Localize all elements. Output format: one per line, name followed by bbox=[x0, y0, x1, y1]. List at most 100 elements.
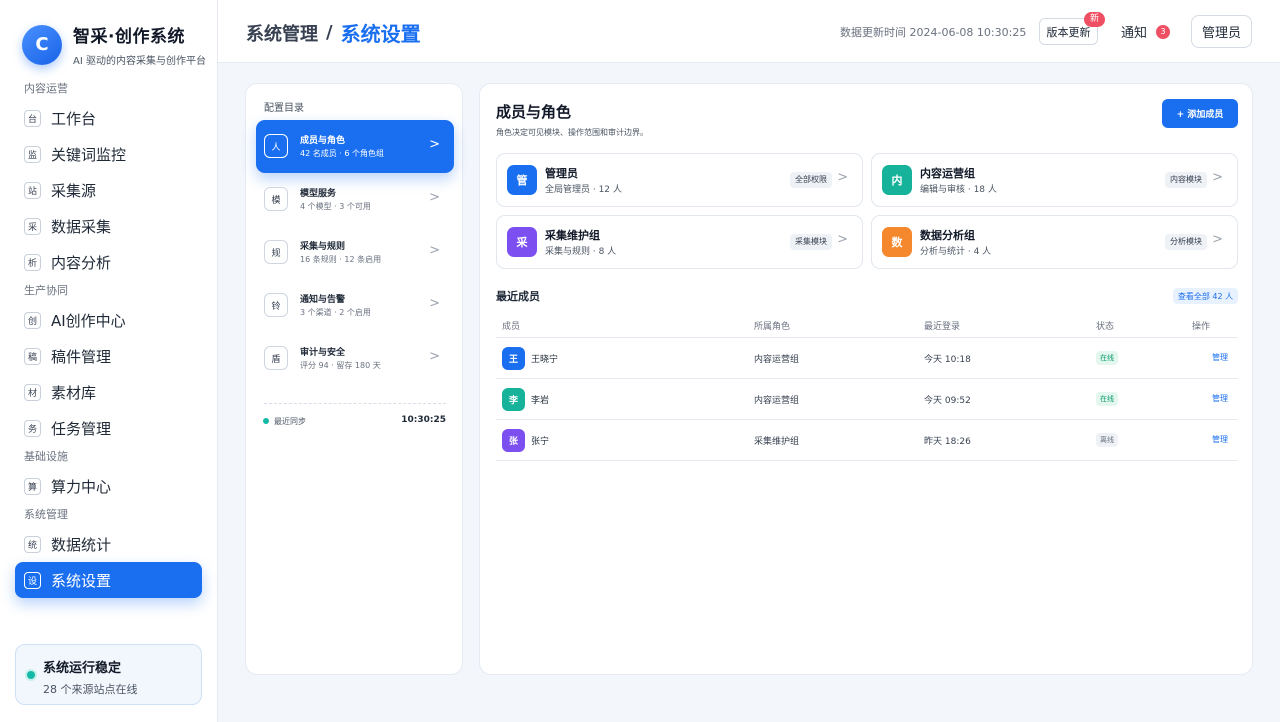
sidebar-item[interactable]: 稿稿件管理 bbox=[15, 338, 202, 374]
sidebar-item-label: 稿件管理 bbox=[51, 347, 112, 366]
config-glyph-icon: 模 bbox=[264, 187, 288, 211]
nav-glyph-icon: 统 bbox=[24, 535, 41, 553]
add-member-button[interactable]: + 添加成员 bbox=[1162, 99, 1238, 128]
member-role: 内容运营组 bbox=[754, 396, 800, 406]
sidebar-item[interactable]: 统数据统计 bbox=[15, 526, 202, 562]
sidebar-item[interactable]: 算算力中心 bbox=[15, 468, 202, 504]
column-status: 状态 bbox=[1096, 322, 1115, 332]
config-item[interactable]: 模 模型服务 4 个模型 · 3 个可用 > bbox=[256, 173, 454, 226]
config-glyph-icon: 人 bbox=[264, 134, 288, 158]
sidebar-item[interactable]: 设系统设置 bbox=[15, 562, 202, 598]
role-glyph-icon: 内 bbox=[882, 165, 912, 195]
sidebar-item-label: 采集源 bbox=[51, 181, 97, 200]
member-name: 李岩 bbox=[531, 396, 550, 406]
role-permission-badge: 分析模块 bbox=[1165, 234, 1207, 250]
table-row: 李李岩 内容运营组 今天 09:52 在线 管理 bbox=[496, 379, 1238, 420]
config-item[interactable]: 铃 通知与告警 3 个渠道 · 2 个启用 > bbox=[256, 279, 454, 332]
status-badge: 在线 bbox=[1096, 351, 1118, 365]
member-role: 采集维护组 bbox=[754, 437, 800, 447]
brand-title: 智采·创作系统 bbox=[73, 27, 185, 47]
sidebar-item-label: 系统设置 bbox=[51, 571, 112, 590]
role-card[interactable]: 内内容运营组 编辑与审核 · 18 人 内容模块 > bbox=[871, 153, 1238, 207]
column-action: 操作 bbox=[1192, 322, 1211, 332]
sidebar-item-label: 内容分析 bbox=[51, 253, 112, 272]
view-all-members-button[interactable]: 查看全部 42 人 bbox=[1173, 288, 1238, 304]
top-header: 系统管理 / 系统设置 数据更新时间 2024-06-08 10:30:25 版… bbox=[218, 0, 1280, 63]
column-login: 最近登录 bbox=[924, 322, 961, 332]
member-name: 张宁 bbox=[531, 437, 550, 447]
system-status-card: 系统运行稳定 28 个来源站点在线 bbox=[15, 644, 202, 705]
page-title: 系统设置 bbox=[340, 22, 421, 46]
table-row: 王王晓宁 内容运营组 今天 10:18 在线 管理 bbox=[496, 338, 1238, 379]
sidebar-item[interactable]: 材素材库 bbox=[15, 374, 202, 410]
role-name: 采集维护组 bbox=[545, 229, 600, 242]
sidebar-item[interactable]: 析内容分析 bbox=[15, 244, 202, 280]
config-item-subtitle: 3 个渠道 · 2 个启用 bbox=[300, 308, 371, 317]
config-item-subtitle: 评分 94 · 留存 180 天 bbox=[300, 361, 381, 370]
manage-link[interactable]: 管理 bbox=[1212, 352, 1228, 363]
config-item-title: 采集与规则 bbox=[300, 242, 346, 252]
config-item-title: 成员与角色 bbox=[300, 136, 346, 146]
sidebar-item[interactable]: 站采集源 bbox=[15, 172, 202, 208]
breadcrumb-parent[interactable]: 系统管理 bbox=[246, 20, 318, 46]
divider bbox=[264, 403, 446, 404]
role-permission-badge: 全部权限 bbox=[790, 172, 832, 188]
config-item[interactable]: 规 采集与规则 16 条规则 · 12 条启用 > bbox=[256, 226, 454, 279]
update-time: 数据更新时间 2024-06-08 10:30:25 bbox=[840, 26, 1027, 39]
table-header: 成员 所属角色 最近登录 状态 操作 bbox=[496, 314, 1238, 338]
table-row: 张张宁 采集维护组 昨天 18:26 离线 管理 bbox=[496, 420, 1238, 461]
chevron-right-icon: > bbox=[429, 349, 440, 364]
status-dot-icon bbox=[27, 671, 35, 679]
brand-logo: C bbox=[22, 24, 62, 65]
sidebar-nav: 内容运营台工作台监关键词监控站采集源采数据采集析内容分析 生产协同创 AI创作中心稿… bbox=[15, 78, 202, 598]
role-description: 全局管理员 · 12 人 bbox=[545, 185, 622, 195]
chevron-right-icon: > bbox=[837, 232, 848, 247]
sidebar-item[interactable]: 创 AI创作中心 bbox=[15, 302, 202, 338]
sidebar: C 智采·创作系统 AI 驱动的内容采集与创作平台 内容运营台工作台监关键词监控… bbox=[0, 0, 218, 722]
manage-link[interactable]: 管理 bbox=[1212, 393, 1228, 404]
sidebar-item-label: AI创作中心 bbox=[51, 311, 126, 330]
role-glyph-icon: 数 bbox=[882, 227, 912, 257]
manage-link[interactable]: 管理 bbox=[1212, 434, 1228, 445]
sidebar-item-label: 数据采集 bbox=[51, 217, 112, 236]
admin-button[interactable]: 管理员 bbox=[1191, 15, 1252, 48]
sidebar-item-label: 算力中心 bbox=[51, 477, 112, 496]
avatar: 王 bbox=[502, 347, 525, 370]
role-description: 采集与规则 · 8 人 bbox=[545, 247, 617, 257]
role-description: 分析与统计 · 4 人 bbox=[920, 247, 992, 257]
nav-glyph-icon: 创 bbox=[24, 311, 41, 329]
role-permission-badge: 内容模块 bbox=[1165, 172, 1207, 188]
sidebar-item[interactable]: 采数据采集 bbox=[15, 208, 202, 244]
sidebar-item-label: 数据统计 bbox=[51, 535, 112, 554]
nav-glyph-icon: 材 bbox=[24, 383, 41, 401]
avatar: 李 bbox=[502, 388, 525, 411]
chevron-right-icon: > bbox=[1212, 170, 1223, 185]
chevron-right-icon: > bbox=[429, 296, 440, 311]
config-glyph-icon: 盾 bbox=[264, 346, 288, 370]
config-item[interactable]: 盾 审计与安全 评分 94 · 留存 180 天 > bbox=[256, 332, 454, 385]
role-name: 数据分析组 bbox=[920, 229, 975, 242]
sidebar-item[interactable]: 台工作台 bbox=[15, 100, 202, 136]
notification-button[interactable]: 通知 3 bbox=[1121, 22, 1171, 41]
role-name: 管理员 bbox=[545, 167, 578, 180]
config-item[interactable]: 人 成员与角色 42 名成员 · 6 个角色组 > bbox=[256, 120, 454, 173]
role-card[interactable]: 采采集维护组 采集与规则 · 8 人 采集模块 > bbox=[496, 215, 863, 269]
column-member: 成员 bbox=[502, 322, 521, 332]
sidebar-item[interactable]: 务任务管理 bbox=[15, 410, 202, 446]
sidebar-item[interactable]: 监关键词监控 bbox=[15, 136, 202, 172]
role-card[interactable]: 管管理员全局管理员 · 12 人 全部权限 > bbox=[496, 153, 863, 207]
brand-subtitle: AI 驱动的内容采集与创作平台 bbox=[73, 56, 206, 67]
status-title: 系统运行稳定 bbox=[43, 661, 122, 676]
members-roles-panel: 成员与角色 角色决定可见模块、操作范围和审计边界。 + 添加成员 管管理员 全局管… bbox=[479, 83, 1253, 675]
member-name: 王晓宁 bbox=[531, 355, 559, 365]
config-item-title: 通知与告警 bbox=[300, 295, 346, 305]
nav-glyph-icon: 监 bbox=[24, 145, 41, 163]
sidebar-item-label: 素材库 bbox=[51, 383, 97, 402]
nav-section-title: 基础设施 bbox=[24, 450, 68, 463]
nav-glyph-icon: 台 bbox=[24, 109, 41, 127]
chevron-right-icon: > bbox=[837, 170, 848, 185]
role-card[interactable]: 数数据分析组 分析与统计 · 4 人 分析模块 > bbox=[871, 215, 1238, 269]
role-glyph-icon: 管 bbox=[507, 165, 537, 195]
config-glyph-icon: 规 bbox=[264, 240, 288, 264]
recent-members-title: 最近成员 bbox=[496, 290, 540, 303]
